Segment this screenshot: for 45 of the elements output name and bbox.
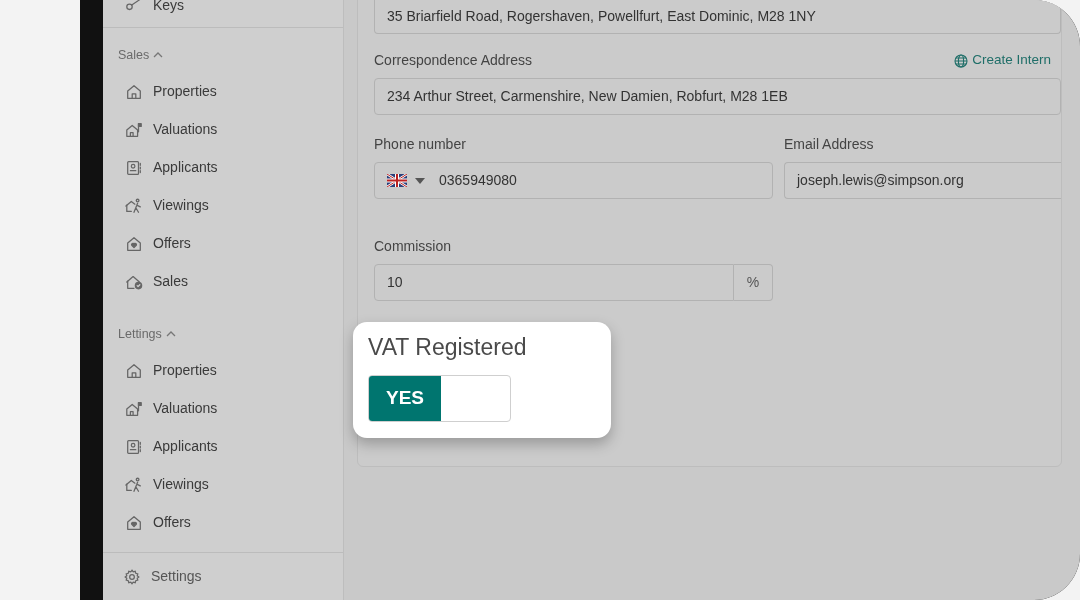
address-field[interactable]: 35 Briarfield Road, Rogershaven, Powellfurt, East Dominic, M28 1NY [374, 0, 1061, 34]
heart-house-icon [125, 513, 143, 532]
vat-toggle[interactable]: YES [368, 374, 511, 422]
settings-link[interactable]: Settings [103, 552, 343, 600]
flag-icon [387, 174, 407, 187]
sidebar-item[interactable]: Viewings [103, 186, 343, 225]
field-label: Correspondence Address [374, 51, 532, 70]
house-walker-icon [125, 196, 143, 215]
sidebar-item[interactable]: Applicants [103, 148, 343, 187]
sidebar-item[interactable]: Properties [103, 351, 343, 390]
section-heading[interactable]: Sales [118, 46, 150, 65]
sidebar-item[interactable]: Viewings [103, 465, 343, 504]
sidebar-item[interactable]: Valuations [103, 389, 343, 428]
caret-icon[interactable] [415, 177, 425, 184]
settings-icon[interactable] [123, 567, 141, 586]
create-link[interactable]: Create Intern [954, 50, 1051, 71]
heart-house-icon [125, 234, 143, 253]
section-heading[interactable]: Lettings [118, 324, 162, 344]
chevron-up-icon[interactable] [153, 51, 164, 60]
house-icon [125, 361, 143, 380]
sidebar-item[interactable]: Offers [103, 224, 343, 263]
email-field[interactable]: joseph.lewis@simpson.org [784, 162, 1061, 199]
sidebar-item[interactable]: Sales [103, 262, 343, 301]
phone-field[interactable]: 0365949080 [374, 162, 773, 199]
contact-card-icon [125, 437, 143, 456]
vat-label: VAT Registered [368, 333, 528, 362]
sidebar-item[interactable]: Offers [103, 503, 343, 542]
phone-number: 0365949080 [439, 171, 517, 190]
house-walker-icon [125, 475, 143, 494]
sidebar-item[interactable]: Properties [103, 72, 343, 111]
sidebar-item[interactable]: Valuations [103, 110, 343, 149]
house-flag-icon [125, 399, 143, 418]
contact-card-icon [125, 158, 143, 177]
house-flag-icon [125, 120, 143, 139]
chevron-up-icon[interactable] [165, 330, 176, 339]
sidebar-item[interactable]: Applicants [103, 427, 343, 466]
sidebar-item[interactable]: Keys [103, 0, 343, 24]
field-label: Email Address [784, 135, 875, 154]
field-label: Commission [374, 237, 452, 256]
house-icon [125, 82, 143, 101]
globe-icon [954, 53, 969, 68]
address-field[interactable]: 234 Arthur Street, Carmenshire, New Damien, Robfurt, M28 1EB [374, 78, 1061, 115]
field-label: Phone number [374, 135, 467, 154]
commission-field[interactable]: 10 [374, 264, 734, 301]
percent-addon: % [734, 264, 773, 301]
